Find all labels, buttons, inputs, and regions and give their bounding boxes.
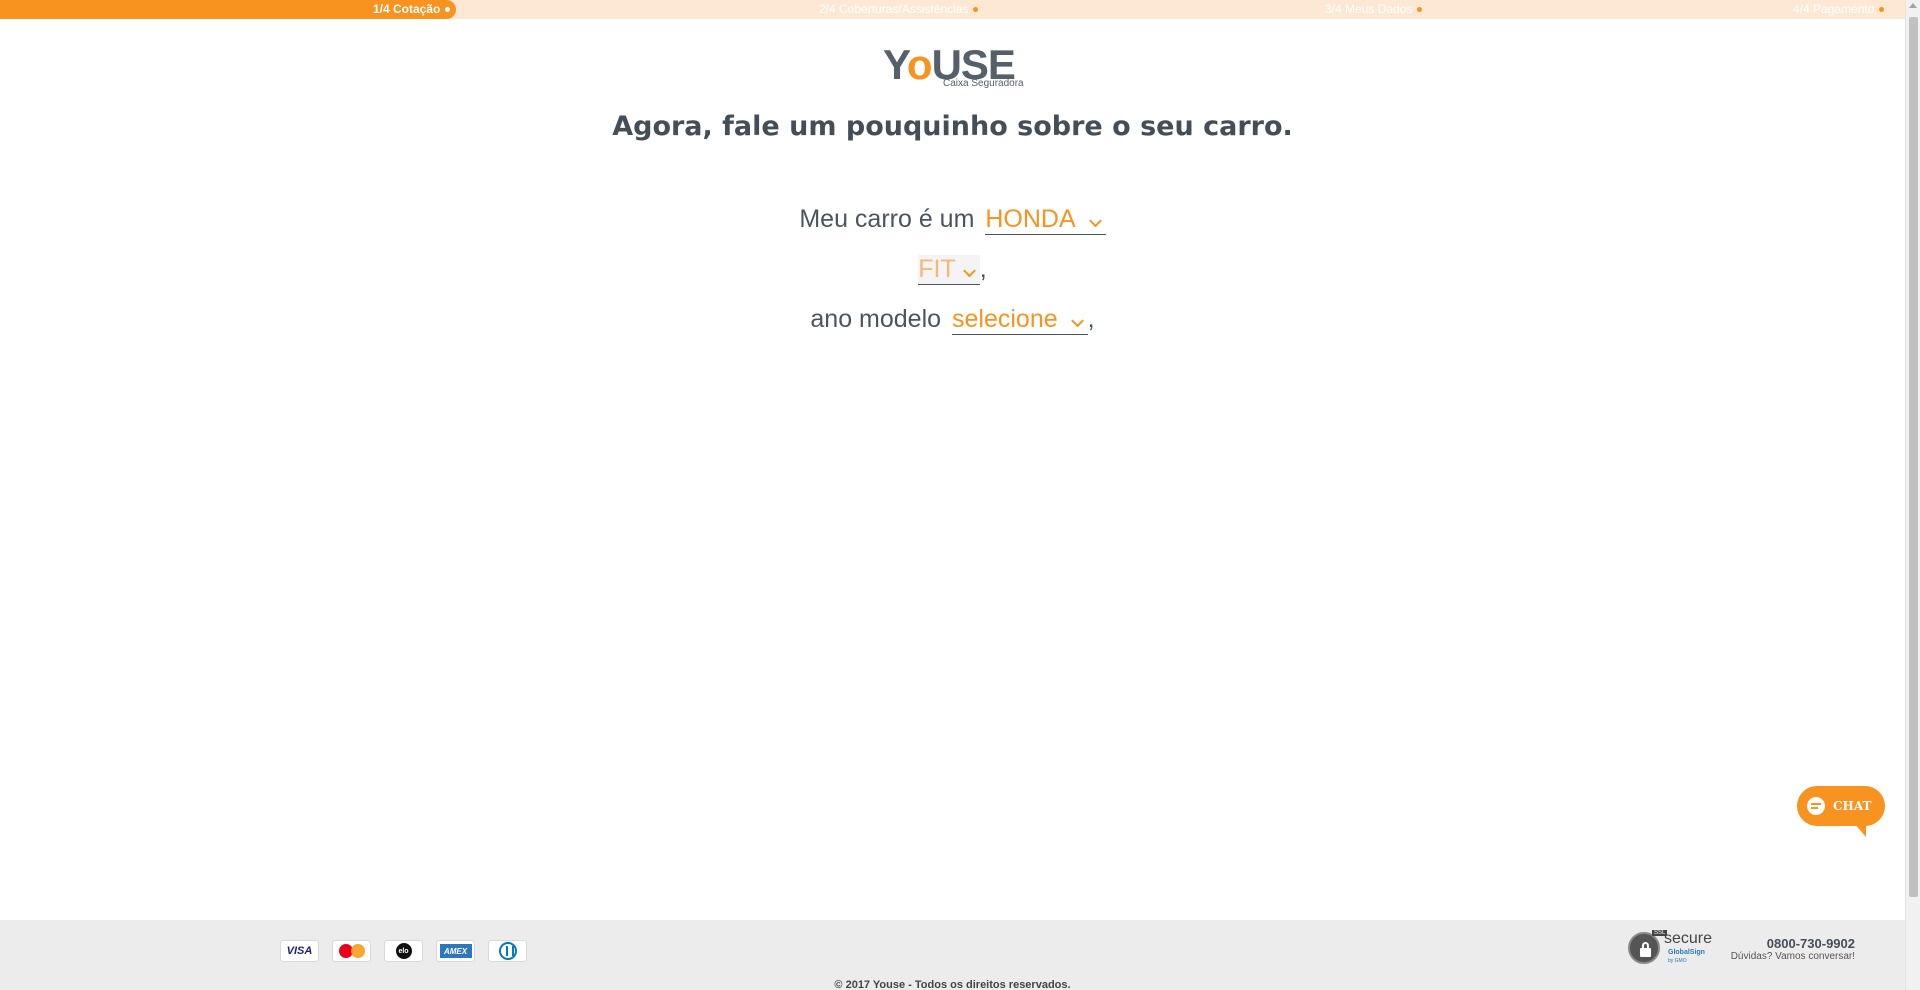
- model-select-value: FIT: [918, 255, 956, 283]
- brand-select[interactable]: HONDA: [985, 205, 1106, 235]
- step-label: 4/4 Pagamento: [1793, 2, 1875, 16]
- chat-bubble-icon: [1807, 797, 1825, 815]
- year-select-value: selecione: [952, 305, 1058, 333]
- model-select[interactable]: FIT: [918, 255, 980, 285]
- model-line: FIT,: [0, 255, 1905, 285]
- brand-line: Meu carro é um HONDA: [0, 205, 1905, 235]
- ssl-secure-badge[interactable]: SSL secure GlobalSign by GMO: [1628, 930, 1718, 966]
- mastercard-card-icon: [332, 940, 371, 962]
- secure-word: secure: [1664, 930, 1713, 947]
- globalsign-label: GlobalSign: [1668, 949, 1705, 956]
- step-dot-icon: [1879, 7, 1885, 12]
- amex-card-icon: AMEX: [436, 940, 475, 962]
- year-select[interactable]: selecione: [952, 305, 1088, 335]
- youse-logo[interactable]: YoUSE Caixa Seguradora: [883, 41, 1024, 92]
- step-pagamento[interactable]: 4/4 Pagamento: [1793, 2, 1885, 17]
- step-dot-icon: [445, 7, 451, 12]
- step-coberturas[interactable]: 2/4 Coberturas/Assistências: [819, 2, 979, 17]
- progress-bar: 1/4 Cotação 2/4 Coberturas/Assistências …: [0, 0, 1905, 19]
- year-comma: ,: [1087, 305, 1095, 333]
- phone-subtitle: Dúvidas? Vamos conversar!: [1730, 951, 1855, 962]
- logo-letter-o: o: [906, 41, 933, 88]
- chat-bubble-tail: [1854, 823, 1866, 837]
- scroll-up-arrow-icon[interactable]: [1909, 3, 1917, 8]
- phone-number: 0800-730-9902: [1766, 936, 1855, 951]
- step-label: 2/4 Coberturas/Assistências: [819, 2, 969, 16]
- model-comma: ,: [979, 255, 987, 283]
- step-label: 1/4 Cotação: [373, 2, 441, 16]
- brand-select-value: HONDA: [985, 205, 1076, 233]
- step-cotacao[interactable]: 1/4 Cotação: [373, 2, 451, 17]
- year-line: ano modelo selecione,: [0, 305, 1905, 335]
- step-dot-icon: [1417, 7, 1423, 12]
- step-meus-dados[interactable]: 3/4 Meus Dados: [1325, 2, 1423, 17]
- scrollbar[interactable]: [1905, 0, 1920, 990]
- amex-label: AMEX: [439, 944, 472, 958]
- payment-cards: VISA elo AMEX: [280, 940, 527, 962]
- step-dot-icon: [973, 7, 979, 12]
- logo-letter-y: Y: [883, 41, 908, 88]
- chat-button[interactable]: CHAT: [1797, 786, 1885, 826]
- chevron-down-icon: [1088, 214, 1102, 227]
- copyright-text: © 2017 Youse - Todos os direitos reserva…: [834, 979, 1071, 990]
- contact-phone[interactable]: 0800-730-9902 Dúvidas? Vamos conversar!: [1731, 936, 1855, 962]
- scroll-thumb[interactable]: [1909, 17, 1918, 897]
- lock-icon: [1628, 932, 1660, 964]
- chevron-down-icon: [962, 264, 976, 277]
- chevron-down-icon: [1070, 314, 1084, 327]
- step-label: 3/4 Meus Dados: [1325, 2, 1413, 16]
- footer: VISA elo AMEX SSL secure GlobalSign by G…: [0, 920, 1905, 990]
- elo-label: elo: [395, 943, 412, 959]
- diners-card-icon: [488, 940, 527, 962]
- visa-card-icon: VISA: [280, 940, 319, 962]
- brand-prefix-text: Meu carro é um: [799, 205, 975, 233]
- page: 1/4 Cotação 2/4 Coberturas/Assistências …: [0, 0, 1920, 990]
- elo-card-icon: elo: [384, 940, 423, 962]
- gmo-label: by GMO: [1668, 958, 1687, 964]
- page-title: Agora, fale um pouquinho sobre o seu car…: [612, 111, 1293, 142]
- year-prefix-text: ano modelo: [810, 305, 942, 333]
- visa-label: VISA: [286, 945, 313, 957]
- chat-label: CHAT: [1833, 799, 1872, 813]
- logo-subtitle: Caixa Seguradora: [943, 78, 1024, 89]
